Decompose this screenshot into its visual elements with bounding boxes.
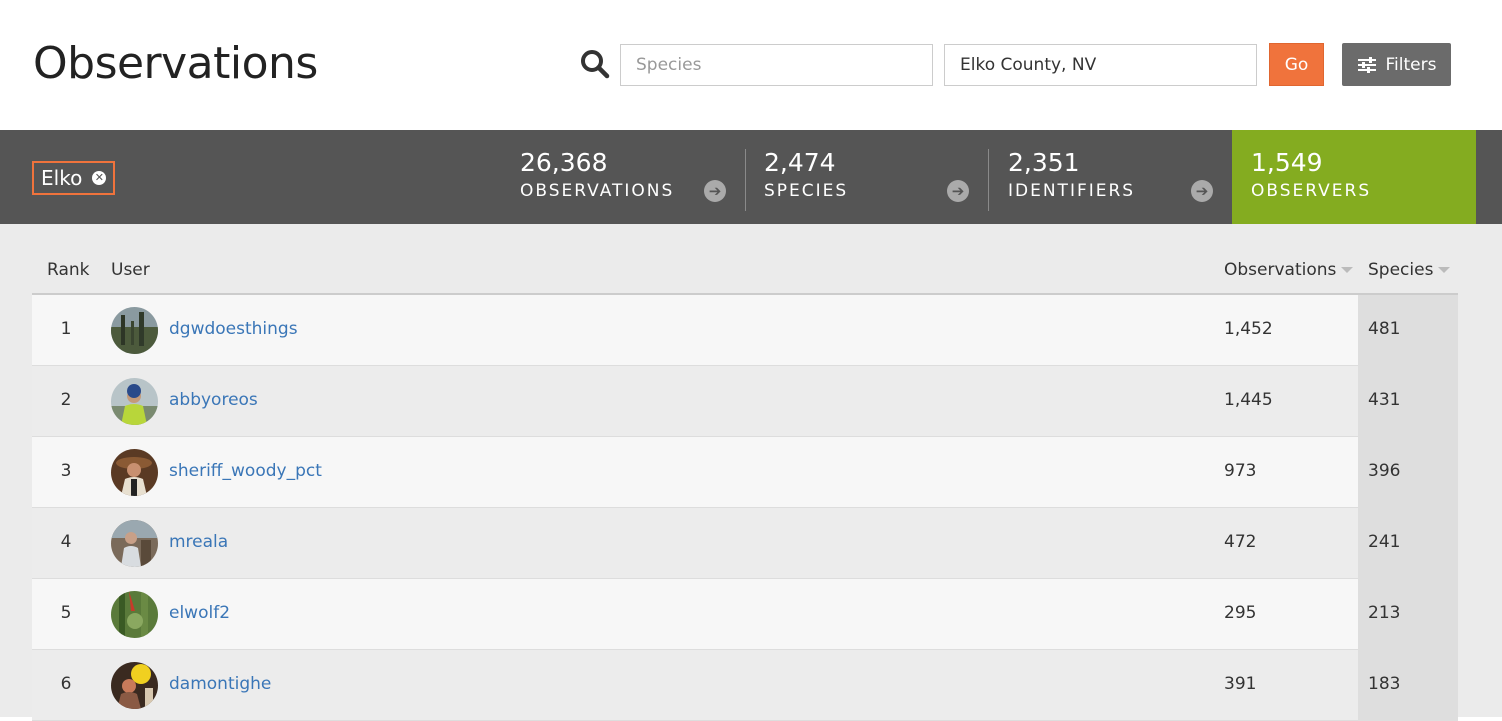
- species-value: 396: [1368, 461, 1401, 481]
- rank-cell: 3: [60, 461, 72, 481]
- observations-cell: 391: [1224, 674, 1257, 694]
- user-link[interactable]: dgwdoesthings: [169, 319, 298, 339]
- sliders-icon: [1357, 56, 1376, 73]
- observers-count: 1,549: [1251, 148, 1323, 177]
- user-link[interactable]: elwolf2: [169, 603, 230, 623]
- species-cell: 241: [1358, 508, 1458, 579]
- observers-label: OBSERVERS: [1251, 181, 1372, 201]
- rank-cell: 6: [60, 674, 72, 694]
- user-link[interactable]: abbyoreos: [169, 390, 258, 410]
- identifiers-count: 2,351: [1008, 148, 1080, 177]
- species-search-input[interactable]: Species: [620, 44, 933, 86]
- divider: [745, 149, 746, 211]
- observations-label: OBSERVATIONS: [520, 181, 675, 201]
- place-search-input[interactable]: Elko County, NV: [944, 44, 1257, 86]
- tab-observations[interactable]: 26,368 OBSERVATIONS ➔: [520, 130, 745, 224]
- arrow-right-icon: ➔: [947, 180, 969, 202]
- observations-cell: 973: [1224, 461, 1257, 481]
- species-value: 241: [1368, 532, 1401, 552]
- header-species-label: Species: [1368, 260, 1434, 280]
- species-cell: 396: [1358, 437, 1458, 508]
- user-link[interactable]: damontighe: [169, 674, 271, 694]
- header-species-sort[interactable]: Species: [1368, 260, 1451, 280]
- filters-button[interactable]: Filters: [1342, 43, 1451, 86]
- avatar[interactable]: [111, 520, 158, 567]
- avatar[interactable]: [111, 378, 158, 425]
- rank-cell: 1: [60, 319, 72, 339]
- sort-caret-icon: [1341, 267, 1354, 273]
- identifiers-label: IDENTIFIERS: [1008, 181, 1136, 201]
- table-row: 1 dgwdoesthings 1,452 481: [32, 295, 1458, 366]
- tab-observers[interactable]: 1,549 OBSERVERS: [1232, 130, 1476, 224]
- species-cell: 481: [1358, 295, 1458, 366]
- observations-cell: 295: [1224, 603, 1257, 623]
- place-value: Elko County, NV: [960, 55, 1097, 75]
- table-row: 6 damontighe 391 183: [32, 650, 1458, 721]
- species-label: SPECIES: [764, 181, 849, 201]
- table-row: 4 mreala 472 241: [32, 508, 1458, 579]
- table-row: 3 sheriff_woody_pct 973 396: [32, 437, 1458, 508]
- close-icon[interactable]: ✕: [92, 171, 107, 185]
- species-cell: 431: [1358, 366, 1458, 437]
- filters-label: Filters: [1385, 54, 1437, 75]
- rank-cell: 2: [60, 390, 72, 410]
- rank-cell: 5: [60, 603, 72, 623]
- species-value: 213: [1368, 603, 1401, 623]
- user-link[interactable]: sheriff_woody_pct: [169, 461, 322, 481]
- species-placeholder: Species: [636, 55, 702, 75]
- species-value: 481: [1368, 319, 1401, 339]
- observations-count: 26,368: [520, 148, 608, 177]
- table-row: 2 abbyoreos 1,445 431: [32, 366, 1458, 437]
- page-title: Observations: [33, 38, 318, 89]
- species-cell: 213: [1358, 579, 1458, 650]
- table-header: Rank User Observations Species: [32, 224, 1458, 295]
- species-value: 183: [1368, 674, 1401, 694]
- leaderboard-section: Rank User Observations Species 1 dgwdoes…: [0, 224, 1502, 721]
- header-observations-sort[interactable]: Observations: [1224, 260, 1354, 280]
- avatar[interactable]: [111, 591, 158, 638]
- header-user: User: [111, 260, 150, 280]
- species-cell: 183: [1358, 650, 1458, 721]
- search-icon: [581, 50, 610, 79]
- tab-identifiers[interactable]: 2,351 IDENTIFIERS ➔: [1008, 130, 1233, 224]
- user-link[interactable]: mreala: [169, 532, 228, 552]
- stats-bar: Elko ✕ 26,368 OBSERVATIONS ➔ 2,474 SPECI…: [0, 130, 1502, 224]
- table-row: 5 elwolf2 295 213: [32, 579, 1458, 650]
- rank-cell: 4: [60, 532, 72, 552]
- go-button[interactable]: Go: [1269, 43, 1324, 86]
- header-observations-label: Observations: [1224, 260, 1337, 280]
- tab-species[interactable]: 2,474 SPECIES ➔: [764, 130, 989, 224]
- observations-cell: 472: [1224, 532, 1257, 552]
- avatar[interactable]: [111, 307, 158, 354]
- avatar[interactable]: [111, 449, 158, 496]
- place-chip[interactable]: Elko ✕: [32, 161, 116, 195]
- sort-caret-icon: [1438, 267, 1451, 273]
- observers-table: Rank User Observations Species 1 dgwdoes…: [32, 224, 1458, 721]
- arrow-right-icon: ➔: [704, 180, 726, 202]
- header-rank: Rank: [47, 260, 90, 280]
- observations-cell: 1,452: [1224, 319, 1273, 339]
- place-chip-label: Elko: [41, 166, 83, 190]
- divider: [988, 149, 989, 211]
- species-value: 431: [1368, 390, 1401, 410]
- species-count: 2,474: [764, 148, 836, 177]
- page-header: Observations Species Elko County, NV Go …: [0, 0, 1502, 130]
- observations-cell: 1,445: [1224, 390, 1273, 410]
- arrow-right-icon: ➔: [1191, 180, 1213, 202]
- avatar[interactable]: [111, 662, 158, 709]
